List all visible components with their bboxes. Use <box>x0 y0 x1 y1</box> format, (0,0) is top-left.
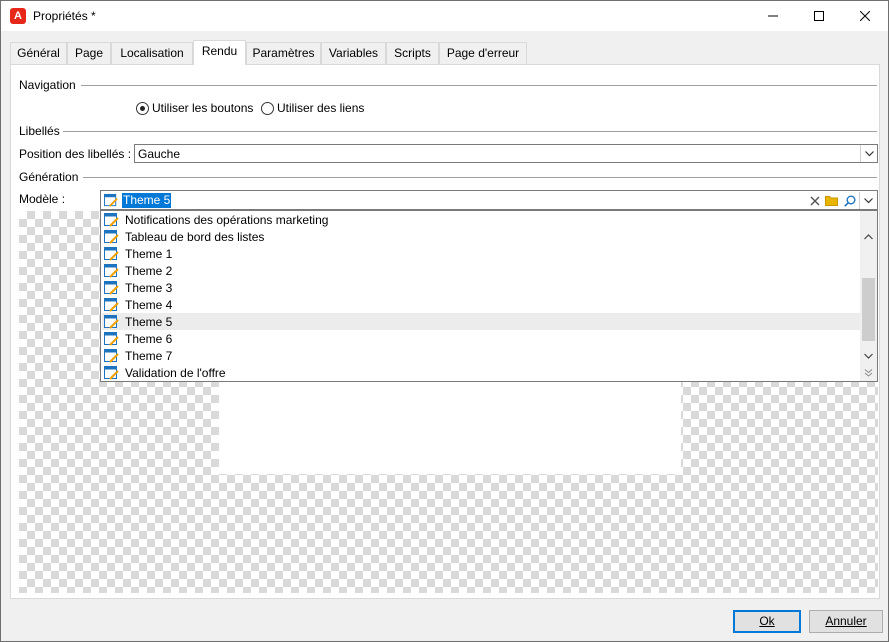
template-icon <box>104 212 119 227</box>
tab-page[interactable]: Page <box>67 42 111 64</box>
window-title: Propriétés * <box>33 9 96 23</box>
radio-checked-icon <box>136 101 149 115</box>
modele-label: Modèle : <box>19 192 66 206</box>
title-bar: A Propriétés * <box>1 1 888 31</box>
section-divider <box>81 85 877 86</box>
template-icon <box>104 229 119 244</box>
radio-use-buttons[interactable]: Utiliser les boutons <box>136 101 253 115</box>
scroll-up-button[interactable] <box>860 228 877 245</box>
radio-use-links[interactable]: Utiliser des liens <box>261 101 364 115</box>
cancel-button[interactable]: Annuler <box>809 610 883 633</box>
list-item-label: Theme 7 <box>125 348 173 363</box>
search-icon <box>843 195 855 207</box>
template-icon <box>104 314 119 329</box>
template-icon <box>104 263 119 278</box>
list-item[interactable]: Theme 4 <box>102 296 861 313</box>
template-icon <box>104 297 119 312</box>
close-button[interactable] <box>842 1 888 31</box>
list-item[interactable]: Theme 3 <box>102 279 861 296</box>
scrollbar-thumb[interactable] <box>862 278 875 341</box>
list-item[interactable]: Theme 2 <box>102 262 861 279</box>
list-item-label: Theme 2 <box>125 263 173 278</box>
template-icon <box>104 365 119 380</box>
folder-button[interactable] <box>823 192 840 209</box>
tab-page-erreur[interactable]: Page d'erreur <box>439 42 527 64</box>
list-item-label: Theme 6 <box>125 331 173 346</box>
list-item[interactable]: Tableau de bord des listes <box>102 228 861 245</box>
position-libelles-value: Gauche <box>138 147 181 161</box>
list-item-label: Theme 3 <box>125 280 173 295</box>
template-icon <box>104 280 119 295</box>
clear-icon <box>810 196 819 205</box>
maximize-icon <box>814 11 824 21</box>
close-icon <box>860 11 870 21</box>
list-item-label: Theme 1 <box>125 246 173 261</box>
list-item[interactable]: Notifications des opérations marketing <box>102 211 861 228</box>
double-chevron-down-icon <box>864 368 873 377</box>
tab-localisation[interactable]: Localisation <box>111 42 193 64</box>
minimize-button[interactable] <box>750 1 796 31</box>
chevron-down-icon <box>863 197 873 203</box>
list-item[interactable]: Validation de l'offre <box>102 364 861 381</box>
list-item[interactable]: Theme 7 <box>102 347 861 364</box>
ok-button-label: Ok <box>759 614 775 628</box>
template-icon <box>104 348 119 363</box>
list-item-label: Tableau de bord des listes <box>125 229 265 244</box>
chevron-down-icon <box>864 353 873 359</box>
tab-variables[interactable]: Variables <box>321 42 386 64</box>
list-item-selected[interactable]: Theme 5 <box>102 313 861 330</box>
chevron-down-icon[interactable] <box>860 145 877 162</box>
modele-dropdown-list: Notifications des opérations marketing T… <box>100 210 878 382</box>
section-navigation-label: Navigation <box>19 78 76 92</box>
dropdown-toggle[interactable] <box>859 192 876 209</box>
template-icon <box>104 331 119 346</box>
tab-scripts[interactable]: Scripts <box>386 42 439 64</box>
tab-general[interactable]: Général <box>10 42 67 64</box>
position-libelles-label: Position des libellés : <box>19 147 132 161</box>
modele-input[interactable]: Theme 5 <box>122 193 172 208</box>
radio-use-links-label: Utiliser des liens <box>277 101 365 115</box>
clear-button[interactable] <box>806 192 823 209</box>
list-item-label: Notifications des opérations marketing <box>125 212 329 227</box>
radio-use-buttons-label: Utiliser les boutons <box>152 101 254 115</box>
section-libelles-label: Libellés <box>19 124 60 138</box>
section-generation-label: Génération <box>19 170 79 184</box>
search-button[interactable] <box>841 192 858 209</box>
ok-button[interactable]: Ok <box>733 610 801 633</box>
template-icon <box>104 246 119 261</box>
list-item[interactable]: Theme 1 <box>102 245 861 262</box>
dropdown-scrollbar[interactable] <box>860 211 877 381</box>
adobe-logo-icon: A <box>10 8 26 24</box>
minimize-icon <box>768 15 778 17</box>
folder-icon <box>825 196 838 206</box>
scroll-down-button[interactable] <box>860 347 877 364</box>
section-divider <box>83 177 877 178</box>
maximize-button[interactable] <box>796 1 842 31</box>
tab-parametres[interactable]: Paramètres <box>246 42 321 64</box>
modele-combo[interactable]: Theme 5 <box>100 190 878 210</box>
radio-unchecked-icon <box>261 101 274 115</box>
position-libelles-select[interactable]: Gauche <box>134 144 878 163</box>
properties-window: A Propriétés * Général Page Localisation… <box>0 0 889 642</box>
scroll-end-button[interactable] <box>860 364 877 381</box>
list-item-label: Validation de l'offre <box>125 365 226 380</box>
list-item[interactable]: Theme 6 <box>102 330 861 347</box>
list-item-label: Theme 4 <box>125 297 173 312</box>
cancel-button-label: Annuler <box>825 614 867 628</box>
template-icon <box>104 193 118 207</box>
preview-content <box>219 381 681 474</box>
tab-rendu[interactable]: Rendu <box>193 40 246 65</box>
chevron-up-icon <box>864 233 873 239</box>
section-divider <box>63 131 877 132</box>
list-item-label: Theme 5 <box>125 314 173 329</box>
